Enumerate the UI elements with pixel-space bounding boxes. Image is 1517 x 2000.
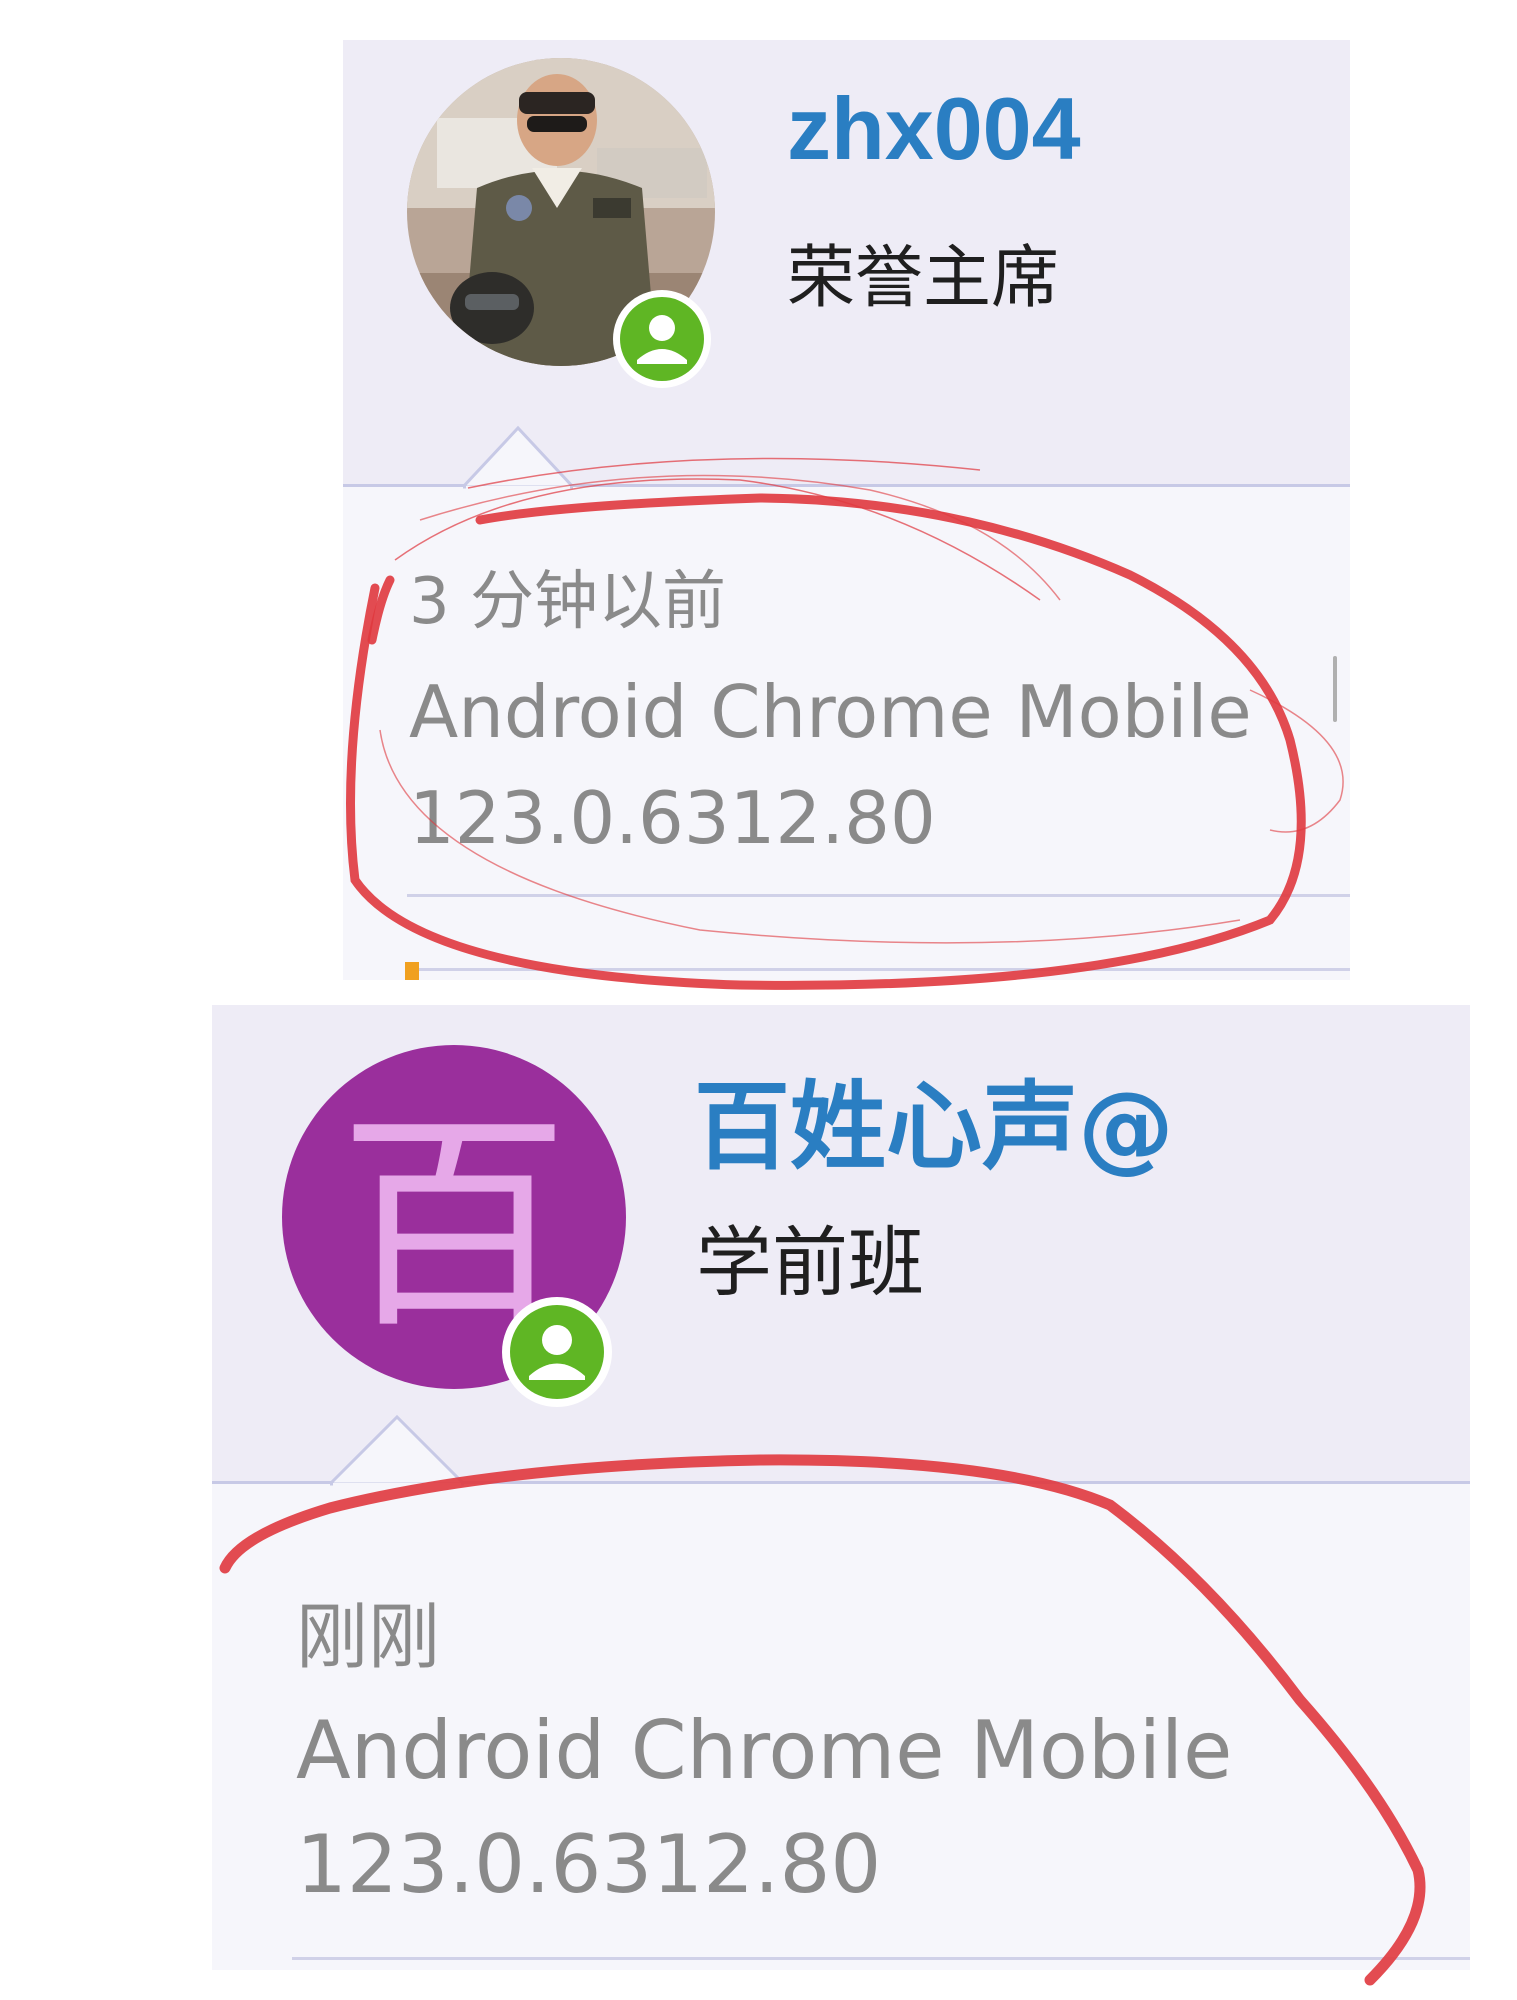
meta-divider <box>292 1957 1470 1960</box>
card-bottom-rule <box>407 968 1350 971</box>
username-link[interactable]: 百姓心声@ <box>694 1049 1174 1188</box>
user-online-icon <box>637 315 687 364</box>
screenshot-collage: zhx004 荣誉主席 3 分钟以前 Android Chrome Mobile… <box>0 0 1517 2000</box>
online-status-badge <box>502 1297 612 1407</box>
username-link[interactable]: zhx004 <box>787 78 1081 180</box>
post-card-baixing: 百 百姓心声@ 学前班 刚刚 Android Chrome Mobile 123… <box>212 1005 1470 1970</box>
post-time: 刚刚 <box>296 1595 441 1679</box>
post-browser-version: 123.0.6312.80 <box>409 776 936 860</box>
post-browser: Android Chrome Mobile <box>296 1704 1233 1797</box>
speech-notch <box>463 425 573 490</box>
post-card-zhx004: zhx004 荣誉主席 3 分钟以前 Android Chrome Mobile… <box>343 40 1350 980</box>
post-browser: Android Chrome Mobile <box>409 670 1252 754</box>
post-browser-version: 123.0.6312.80 <box>296 1818 882 1911</box>
post-time: 3 分钟以前 <box>409 565 727 639</box>
speech-notch <box>330 1414 464 1487</box>
meta-divider <box>407 894 1350 897</box>
online-status-badge <box>613 290 711 388</box>
user-rank: 学前班 <box>696 1218 924 1307</box>
user-rank: 荣誉主席 <box>787 239 1060 318</box>
scrollbar-thumb[interactable] <box>1333 656 1337 722</box>
post-accent-mark <box>405 962 419 980</box>
user-online-icon <box>529 1325 585 1380</box>
